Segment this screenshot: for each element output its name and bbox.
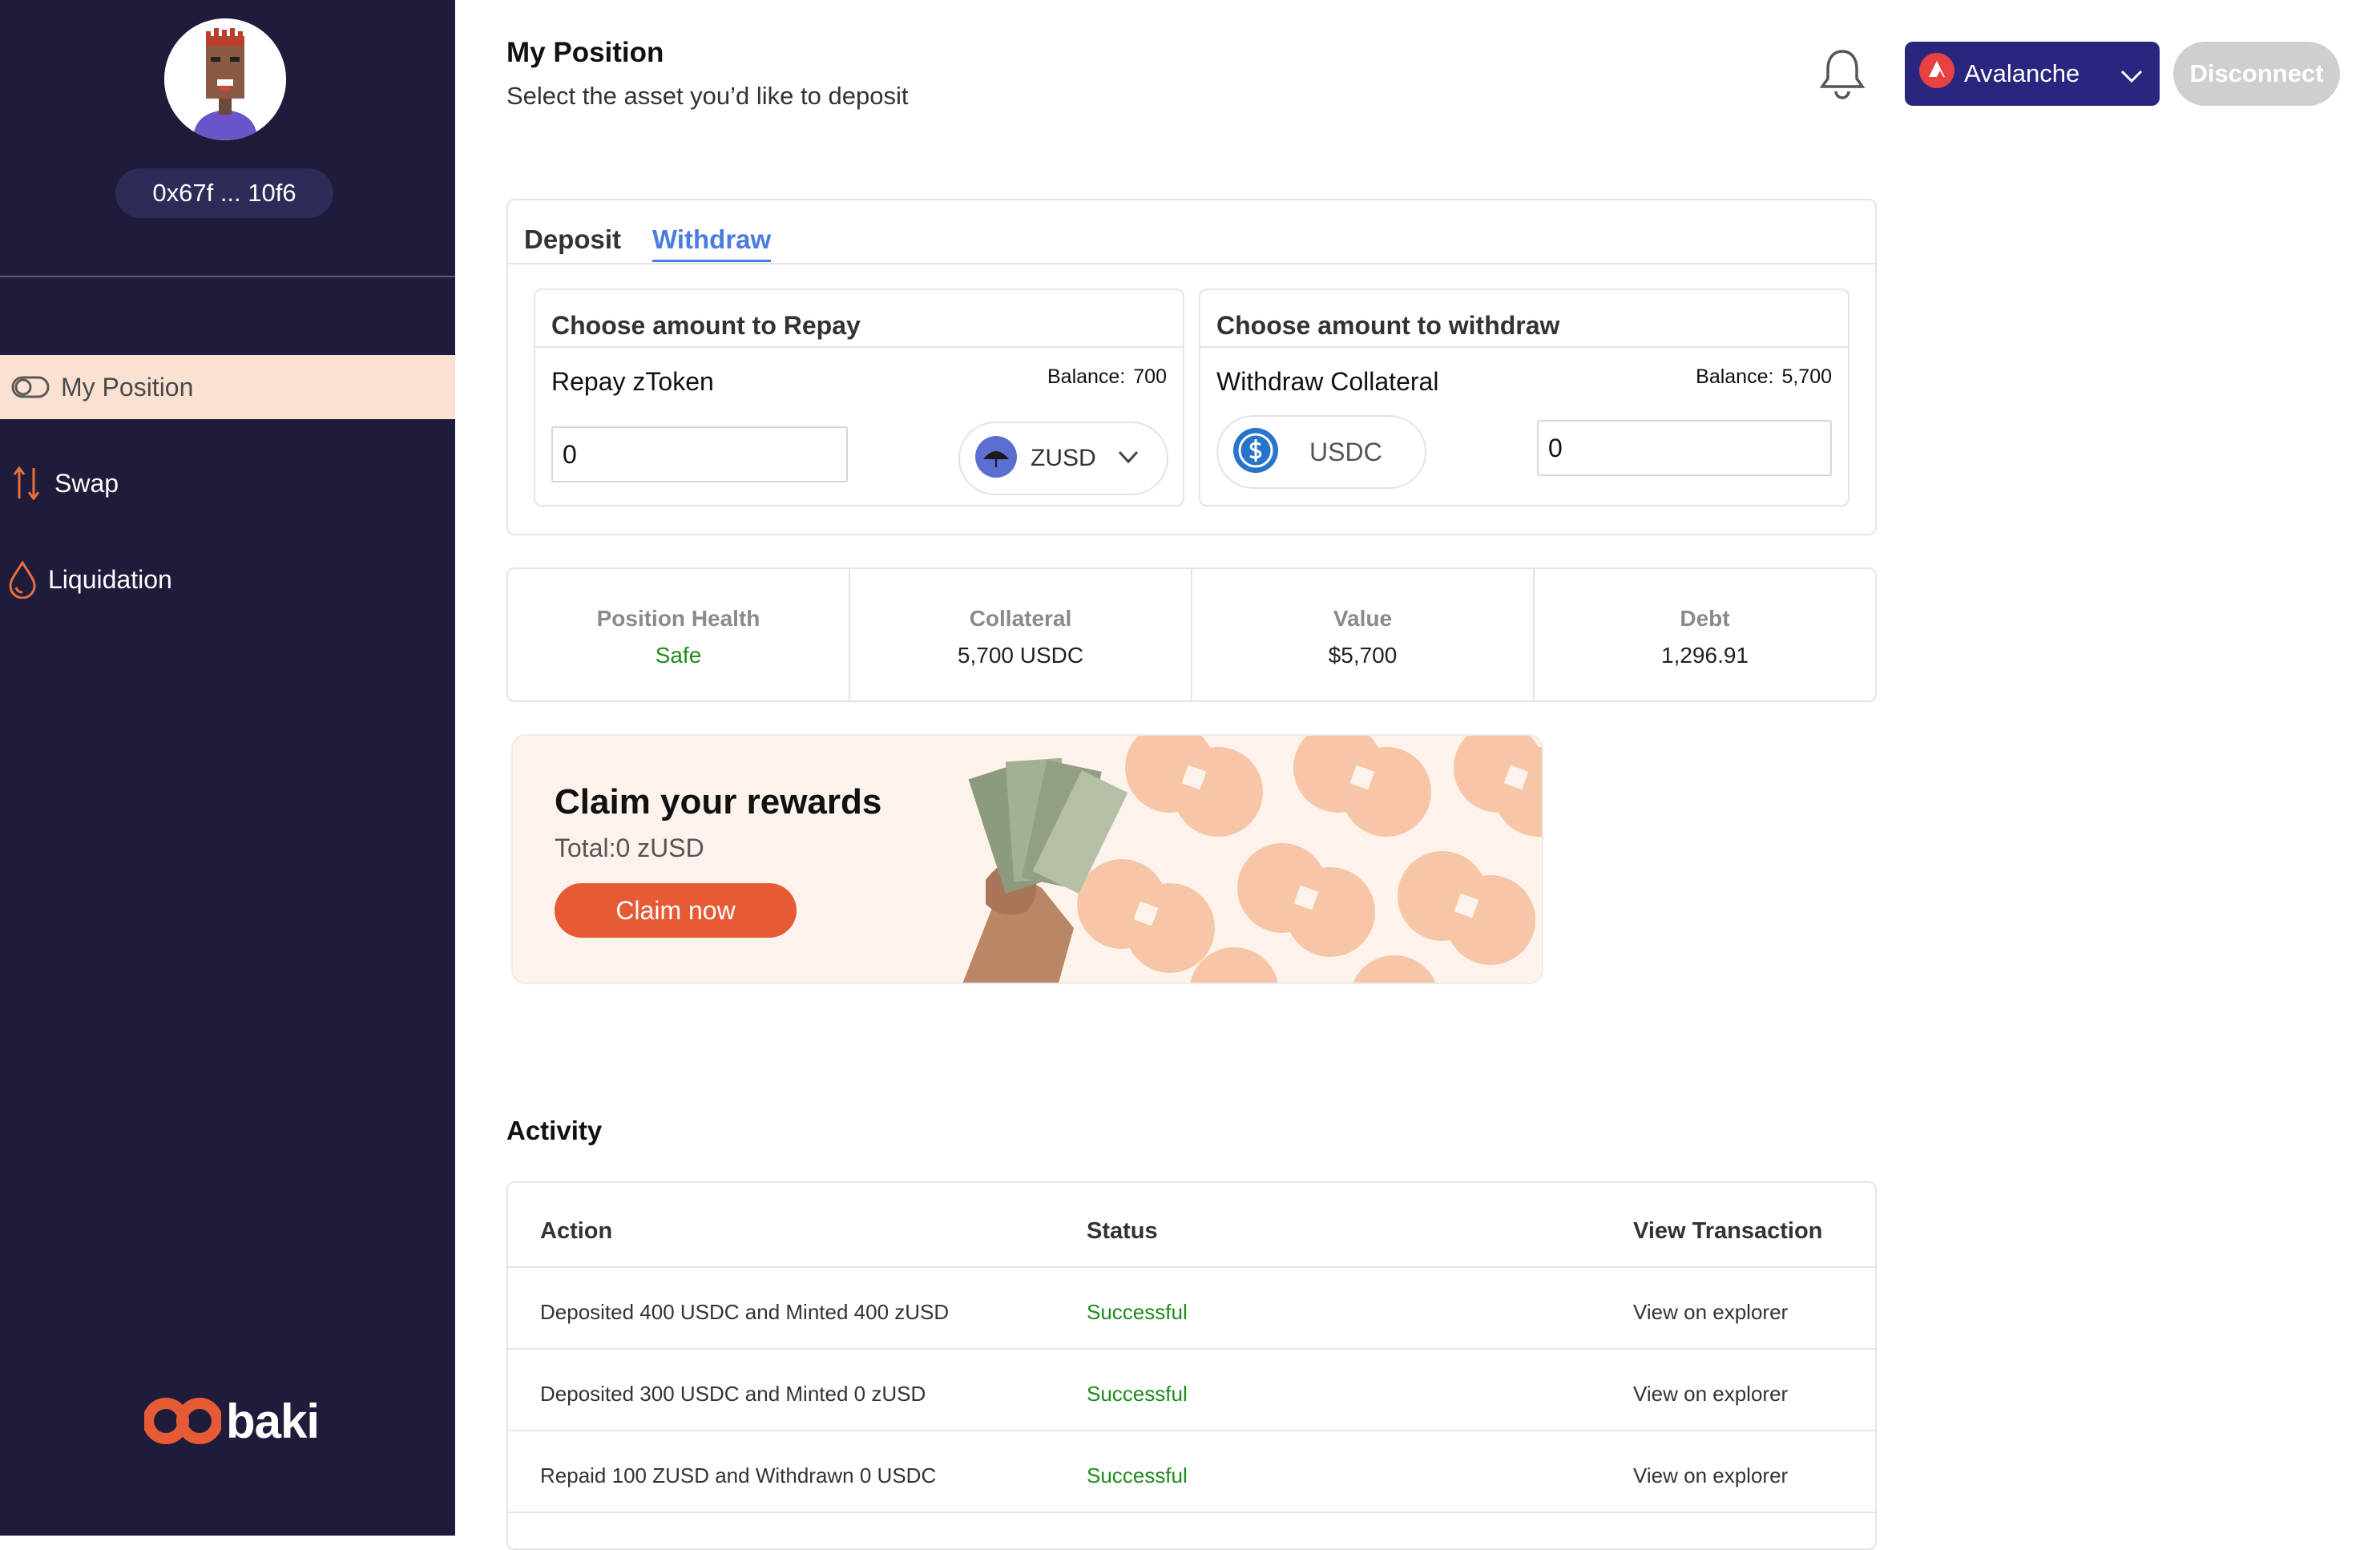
activity-table: Action Status View Transaction Deposited… (506, 1181, 1877, 1550)
chevron-down-icon (1117, 449, 1140, 469)
logo-text: baki (226, 1394, 320, 1448)
baki-logo-icon (144, 1398, 221, 1444)
withdraw-token-label: USDC (1309, 437, 1382, 466)
rewards-title: Claim your rewards (555, 782, 882, 821)
status-cell: Successful (1087, 1382, 1188, 1406)
tab-withdraw[interactable]: Withdraw (652, 224, 772, 262)
repay-divider (535, 346, 1183, 348)
disconnect-button[interactable]: Disconnect (2173, 42, 2340, 106)
explorer-link[interactable]: View on explorer (1633, 1382, 1788, 1407)
withdraw-balance: Balance: 5,700 (1696, 365, 1832, 389)
activity-title: Activity (506, 1116, 603, 1145)
rewards-banner: Claim your rewards Total:0 zUSD Claim no… (511, 734, 1543, 984)
page-title: My Position (506, 37, 664, 68)
table-header: Action Status View Transaction (508, 1183, 1875, 1268)
page-subtitle: Select the asset you’d like to deposit (506, 82, 909, 110)
position-stats: Position Health Safe Collateral 5,700 US… (506, 567, 1877, 702)
wallet-address[interactable]: 0x67f ... 10f6 (115, 168, 333, 218)
network-label: Avalanche (1964, 59, 2080, 87)
withdraw-title: Choose amount to withdraw (1216, 311, 1560, 340)
tabs-divider (508, 263, 1875, 264)
column-header-view-transaction: View Transaction (1633, 1218, 1823, 1244)
repay-label: Repay zToken (551, 367, 714, 396)
stat-label: Value (1333, 606, 1393, 631)
stat-label: Collateral (969, 606, 1072, 631)
stat-position-health: Position Health Safe (508, 569, 850, 700)
sidebar-item-my-position[interactable]: My Position (0, 355, 455, 419)
avatar-pixel-icon (164, 18, 286, 140)
status-cell: Successful (1087, 1463, 1188, 1487)
withdraw-amount-input[interactable] (1537, 420, 1832, 476)
sidebar-item-label: My Position (61, 372, 194, 402)
stat-value: $5,700 (1328, 643, 1398, 668)
balance-label: Balance: (1696, 365, 1774, 388)
repay-token-select[interactable]: ZUSD (958, 422, 1168, 495)
status-cell: Successful (1087, 1300, 1188, 1324)
withdraw-panel: Choose amount to withdraw Withdraw Colla… (1199, 289, 1850, 507)
usdc-token-icon (1232, 427, 1279, 478)
explorer-link[interactable]: View on explorer (1633, 1463, 1788, 1488)
rewards-total: Total:0 zUSD (555, 834, 704, 862)
balance-value: 5,700 (1781, 365, 1832, 388)
sidebar-item-swap[interactable]: Swap (0, 451, 455, 515)
sidebar-item-liquidation[interactable]: Liquidation (0, 547, 455, 612)
sidebar: 0x67f ... 10f6 My Position Swap Liquidat… (0, 0, 455, 1536)
action-cell: Deposited 300 USDC and Minted 0 zUSD (540, 1382, 926, 1406)
sidebar-divider (0, 276, 455, 277)
deposit-withdraw-card: Deposit Withdraw Choose amount to Repay … (506, 199, 1877, 535)
balance-label: Balance: (1047, 365, 1126, 388)
stat-label: Position Health (596, 606, 760, 631)
notification-bell-icon[interactable] (1817, 46, 1867, 103)
stat-collateral: Collateral 5,700 USDC (850, 569, 1192, 700)
withdraw-divider (1200, 346, 1848, 348)
claim-now-button[interactable]: Claim now (555, 883, 797, 938)
table-row: Deposited 400 USDC and Minted 400 zUSD S… (508, 1268, 1875, 1350)
action-cell: Deposited 400 USDC and Minted 400 zUSD (540, 1300, 950, 1324)
avatar[interactable] (164, 18, 286, 140)
toggle-icon (11, 375, 50, 399)
drop-icon (8, 560, 37, 599)
repay-title: Choose amount to Repay (551, 311, 861, 340)
stat-debt: Debt 1,296.91 (1535, 569, 1875, 700)
chevron-down-icon (2120, 63, 2144, 91)
sidebar-item-label: Liquidation (48, 564, 172, 594)
repay-panel: Choose amount to Repay Repay zToken Bala… (534, 289, 1184, 507)
column-header-status: Status (1087, 1218, 1158, 1244)
repay-amount-input[interactable] (551, 426, 848, 482)
stat-value: 5,700 USDC (957, 643, 1084, 668)
stat-value: Safe (655, 643, 702, 668)
explorer-link[interactable]: View on explorer (1633, 1300, 1788, 1325)
baki-logo: baki (144, 1394, 320, 1448)
network-selector[interactable]: Avalanche (1905, 42, 2160, 106)
withdraw-label: Withdraw Collateral (1216, 367, 1439, 396)
swap-arrows-icon (11, 465, 43, 502)
table-row: Repaid 100 ZUSD and Withdrawn 0 USDC Suc… (508, 1431, 1875, 1513)
repay-token-label: ZUSD (1031, 445, 1096, 471)
table-row: Deposited 300 USDC and Minted 0 zUSD Suc… (508, 1350, 1875, 1431)
stat-label: Debt (1680, 606, 1730, 631)
stat-value: 1,296.91 (1661, 643, 1749, 668)
tab-deposit[interactable]: Deposit (524, 224, 621, 255)
action-cell: Repaid 100 ZUSD and Withdrawn 0 USDC (540, 1463, 937, 1487)
withdraw-token-select[interactable]: USDC (1216, 415, 1426, 489)
stat-value-usd: Value $5,700 (1192, 569, 1535, 700)
sidebar-item-label: Swap (54, 468, 119, 498)
column-header-action: Action (540, 1218, 613, 1244)
avalanche-icon (1918, 51, 1956, 96)
repay-balance: Balance: 700 (1047, 365, 1167, 389)
zusd-token-icon (974, 435, 1018, 482)
balance-value: 700 (1133, 365, 1167, 388)
